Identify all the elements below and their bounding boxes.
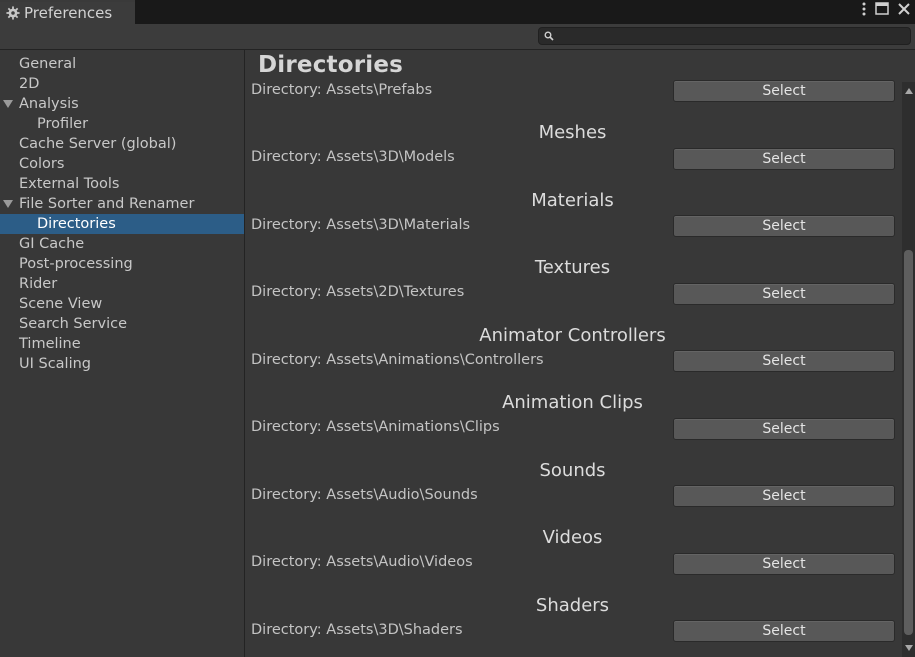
section-title: Sounds: [539, 460, 606, 481]
sidebar-item-timeline[interactable]: Timeline: [0, 334, 244, 354]
search-box[interactable]: [538, 27, 911, 45]
sidebar-item-label: Profiler: [37, 116, 89, 132]
directory-path: Directory: Assets\Animations\Controllers: [251, 352, 544, 368]
directory-path: Directory: Assets\Audio\Sounds: [251, 487, 478, 503]
sidebar-item-directories[interactable]: Directories: [0, 214, 244, 234]
sidebar-item-label: General: [19, 56, 77, 72]
sidebar-item-post-processing[interactable]: Post-processing: [0, 254, 244, 274]
sidebar-item-label: External Tools: [19, 176, 120, 192]
scrollbar-thumb[interactable]: [904, 250, 913, 635]
select-button[interactable]: Select: [673, 283, 895, 305]
close-icon[interactable]: [897, 2, 911, 16]
sidebar-item-colors[interactable]: Colors: [0, 154, 244, 174]
sidebar-item-external-tools[interactable]: External Tools: [0, 174, 244, 194]
select-button[interactable]: Select: [673, 553, 895, 575]
directory-path: Directory: Assets\Audio\Videos: [251, 554, 473, 570]
toolbar: [0, 24, 915, 50]
section-title: Materials: [531, 190, 614, 211]
sidebar-item-label: Scene View: [19, 296, 103, 312]
search-icon: [544, 31, 554, 41]
maximize-icon[interactable]: [875, 2, 889, 16]
search-input[interactable]: [558, 29, 898, 43]
sidebar-item-scene-view[interactable]: Scene View: [0, 294, 244, 314]
sidebar-item-label: UI Scaling: [19, 356, 92, 372]
scroll-down-arrow-icon[interactable]: [905, 645, 913, 651]
sidebar-item-gi-cache[interactable]: GI Cache: [0, 234, 244, 254]
select-button[interactable]: Select: [673, 620, 895, 642]
directory-path: Directory: Assets\3D\Models: [251, 149, 455, 165]
sidebar-item-label: Search Service: [19, 316, 128, 332]
window-title: Preferences: [24, 4, 113, 22]
sidebar-item-rider[interactable]: Rider: [0, 274, 244, 294]
sidebar-item-analysis[interactable]: Analysis: [0, 94, 244, 114]
section-title: Animator Controllers: [479, 325, 666, 346]
sidebar-item-label: Cache Server (global): [19, 136, 177, 152]
sidebar-item-label: File Sorter and Renamer: [19, 196, 195, 212]
directory-path: Directory: Assets\2D\Textures: [251, 284, 465, 300]
select-button[interactable]: Select: [673, 215, 895, 237]
section-title: Meshes: [538, 122, 607, 143]
directory-path: Directory: Assets\3D\Shaders: [251, 622, 463, 638]
expand-arrow-icon[interactable]: [3, 200, 13, 208]
select-button[interactable]: Select: [673, 418, 895, 440]
sidebar-item-label: Rider: [19, 276, 58, 292]
directories-panel: Directories Directory: Assets\Prefabs Se…: [245, 50, 915, 657]
sidebar-item-search-service[interactable]: Search Service: [0, 314, 244, 334]
expand-arrow-icon[interactable]: [3, 100, 13, 108]
sidebar-item-2d[interactable]: 2D: [0, 74, 244, 94]
gear-icon: [6, 6, 20, 20]
select-button[interactable]: Select: [673, 350, 895, 372]
sidebar-item-label: Directories: [37, 216, 116, 232]
vertical-scrollbar[interactable]: [902, 82, 915, 657]
section-title: Videos: [542, 527, 603, 548]
select-button[interactable]: Select: [673, 485, 895, 507]
sidebar-item-label: Post-processing: [19, 256, 133, 272]
sidebar-item-label: GI Cache: [19, 236, 85, 252]
section-title: Shaders: [535, 595, 610, 616]
page-title: Directories: [258, 52, 404, 78]
sidebar-item-label: 2D: [19, 76, 40, 92]
sidebar-item-file-sorter[interactable]: File Sorter and Renamer: [0, 194, 244, 214]
select-button[interactable]: Select: [673, 148, 895, 170]
directory-path: Directory: Assets\3D\Materials: [251, 217, 471, 233]
title-bar: Preferences: [0, 0, 915, 24]
sidebar-item-cache-server[interactable]: Cache Server (global): [0, 134, 244, 154]
section-title: Textures: [534, 257, 611, 278]
sidebar-item-label: Colors: [19, 156, 65, 172]
section-title: Animation Clips: [502, 392, 643, 413]
sidebar-item-ui-scaling[interactable]: UI Scaling: [0, 354, 244, 374]
more-options-icon[interactable]: [861, 2, 867, 16]
directory-path: Directory: Assets\Prefabs: [251, 82, 433, 98]
sidebar-item-label: Timeline: [19, 336, 81, 352]
sidebar-item-general[interactable]: General: [0, 54, 244, 74]
preferences-sidebar: General 2D Analysis Profiler Cache Serve…: [0, 50, 245, 657]
directory-path: Directory: Assets\Animations\Clips: [251, 419, 500, 435]
select-button[interactable]: Select: [673, 80, 895, 102]
window-controls: [861, 2, 911, 16]
sidebar-item-label: Analysis: [19, 96, 79, 112]
scroll-up-arrow-icon[interactable]: [905, 88, 913, 94]
preferences-tab[interactable]: Preferences: [0, 0, 135, 24]
sidebar-item-profiler[interactable]: Profiler: [0, 114, 244, 134]
